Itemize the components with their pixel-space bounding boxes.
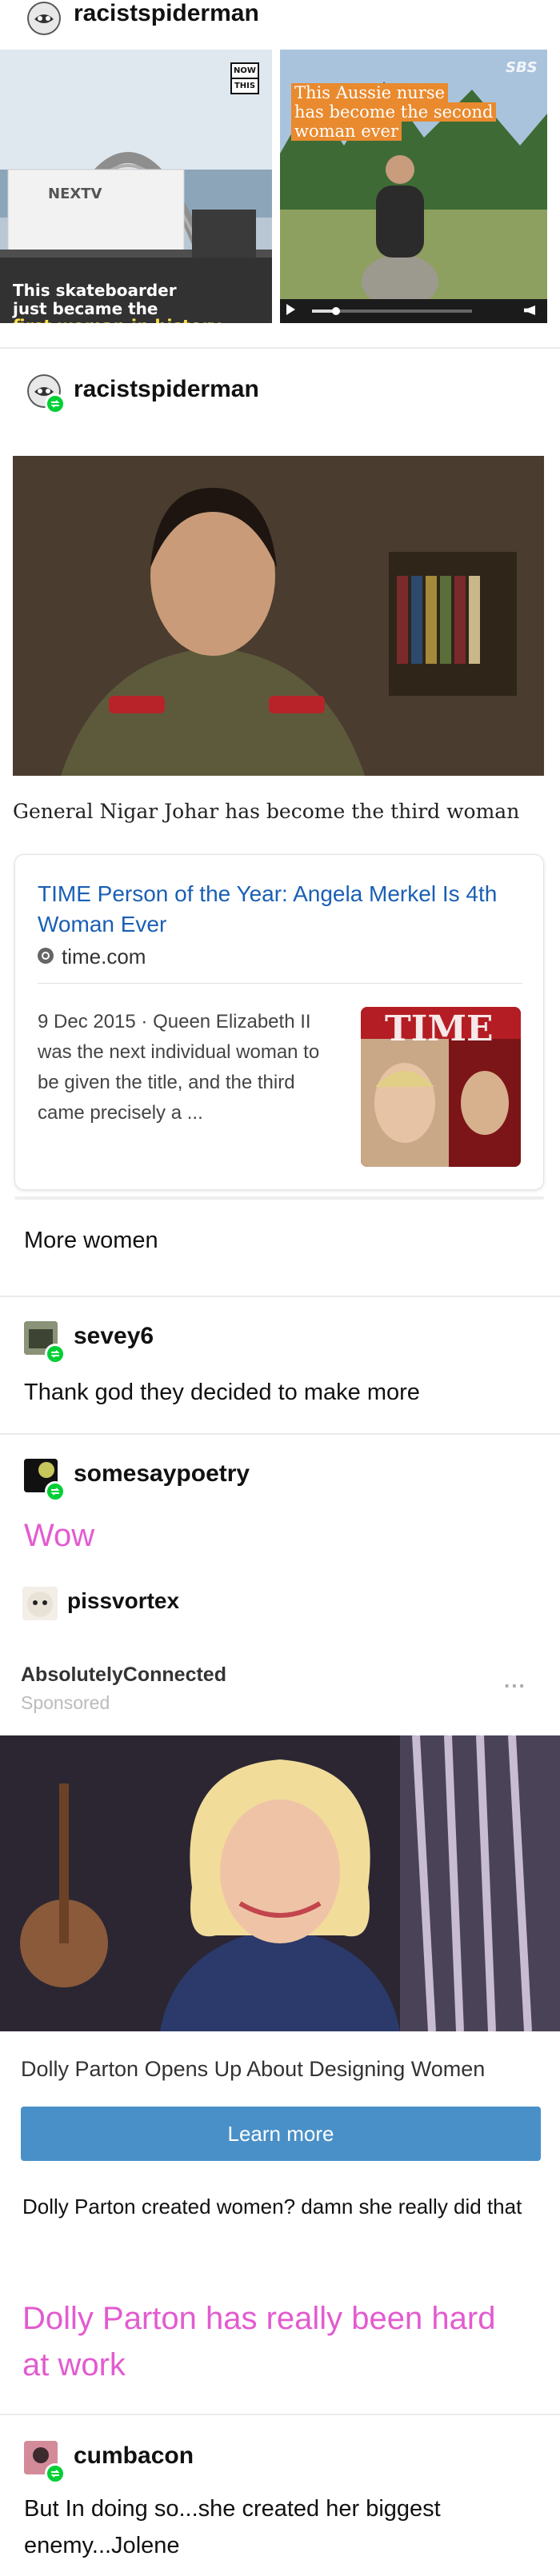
sbs-watermark: SBS: [506, 59, 538, 76]
post-text: Dolly Parton created women? damn she rea…: [22, 2195, 522, 2219]
nurse-caption-line1: This Aussie nurse: [291, 83, 449, 102]
reblog-icon: [45, 1344, 66, 1364]
search-result-snippet: 9 Dec 2015 · Queen Elizabeth II was the …: [38, 1011, 320, 1124]
reblog-icon: [45, 393, 66, 414]
learn-more-button[interactable]: Learn more: [21, 2107, 541, 2161]
avatar[interactable]: [27, 2, 61, 35]
caption-line2: just became the: [13, 299, 158, 318]
general-portrait: [13, 456, 544, 776]
username[interactable]: racistspiderman: [74, 376, 259, 403]
dolly-portrait: [0, 1735, 560, 2031]
avatar-image: [27, 2, 61, 35]
ad-sponsored-label: Sponsored: [21, 1692, 110, 1713]
post-text-colored: Dolly Parton has really been hard at wor…: [22, 2301, 496, 2382]
post-text: More women: [24, 1228, 158, 1253]
reblog-icon: [45, 2463, 66, 2484]
caption-line3: first woman in history: [13, 317, 222, 323]
avatar-image: [22, 1587, 58, 1620]
post-divider: [0, 2414, 560, 2415]
nurse-caption: This Aussie nurse has become the second …: [291, 83, 497, 141]
nurse-caption-line2: has become the second: [291, 102, 497, 122]
time-cover-thumbnail[interactable]: TIME: [361, 1007, 521, 1167]
globe-icon: [38, 948, 54, 964]
username[interactable]: pissvortex: [67, 1588, 179, 1614]
search-result-card[interactable]: TIME Person of the Year: Angela Merkel I…: [14, 854, 544, 1190]
post-text-colored: Wow: [24, 1518, 95, 1553]
post-divider: [0, 1433, 560, 1435]
avatar[interactable]: [22, 1587, 58, 1620]
ad-headline[interactable]: Dolly Parton Opens Up About Designing Wo…: [21, 2057, 485, 2082]
nowthis-badge: NOW THIS: [230, 62, 259, 94]
caption-line1: This skateboarder: [13, 281, 177, 300]
username[interactable]: sevey6: [74, 1323, 154, 1350]
play-icon[interactable]: [286, 304, 295, 315]
post-text: But In doing so...she created her bigges…: [24, 2496, 441, 2558]
ad-advertiser[interactable]: AbsolutelyConnected: [21, 1663, 226, 1687]
search-result-title[interactable]: TIME Person of the Year: Angela Merkel I…: [38, 879, 518, 940]
card-divider: [38, 983, 522, 984]
post-text: Thank god they decided to make more: [24, 1380, 420, 1405]
username[interactable]: racistspiderman: [74, 0, 259, 27]
post-image-nurse[interactable]: SBS This Aussie nurse has become the sec…: [280, 50, 547, 323]
username[interactable]: somesaypoetry: [74, 1460, 250, 1488]
post-divider: [0, 1296, 560, 1297]
time-logo: TIME: [385, 1008, 494, 1049]
badge-line2: THIS: [234, 82, 256, 90]
more-icon[interactable]: ...: [504, 1668, 526, 1693]
post-image-skateboarder[interactable]: NOW THIS NEXTV This skateboarder just be…: [0, 50, 272, 323]
learn-more-label: Learn more: [227, 2121, 334, 2146]
ad-image-dolly[interactable]: [0, 1735, 560, 2031]
username[interactable]: cumbacon: [74, 2442, 194, 2470]
photo-caption: General Nigar Johar has become the third…: [13, 800, 520, 823]
reblog-icon: [45, 1481, 66, 1502]
search-result-domain[interactable]: time.com: [62, 945, 146, 969]
nurse-caption-line3: woman ever: [291, 122, 402, 141]
card-shadow-line: [14, 1196, 544, 1200]
post-divider: [0, 347, 560, 349]
badge-line1: NOW: [232, 64, 258, 79]
post-image-general[interactable]: [13, 456, 544, 776]
truck-logo: NEXTV: [48, 186, 102, 202]
